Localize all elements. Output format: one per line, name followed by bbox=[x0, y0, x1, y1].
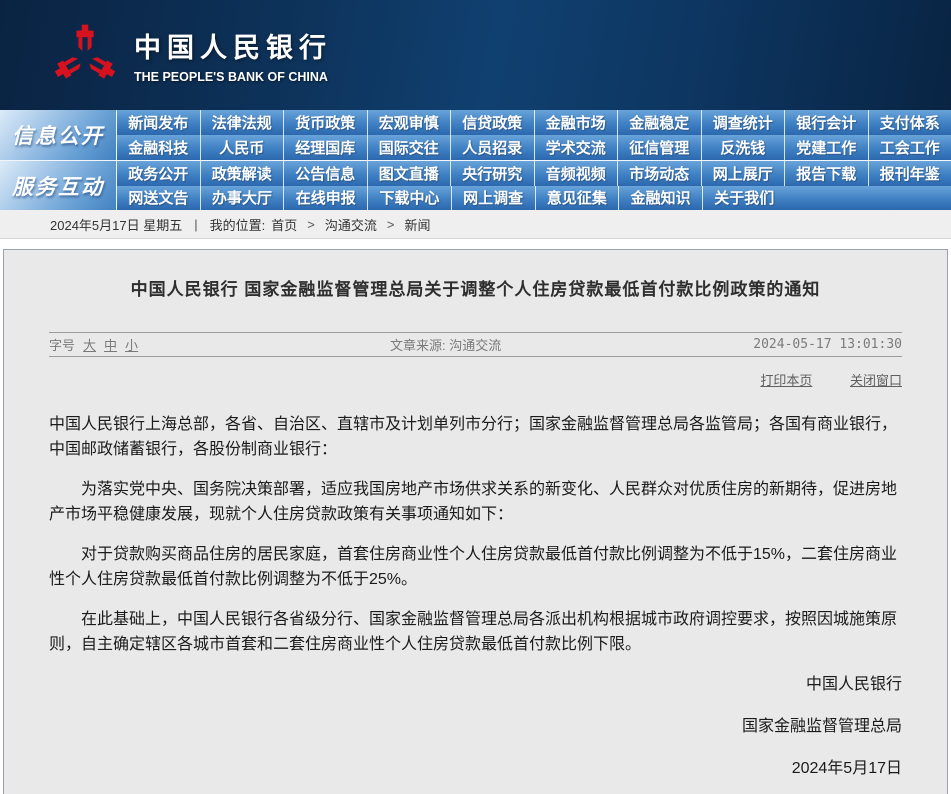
breadcrumb-divider: | bbox=[194, 217, 197, 232]
nav-item[interactable]: 金融稳定 bbox=[617, 110, 701, 135]
nav-cell-empty bbox=[868, 186, 951, 211]
nav-menu: 新闻发布 法律法规 货币政策 宏观审慎 信贷政策 金融市场 金融稳定 调查统计 … bbox=[117, 110, 951, 160]
pboc-logo[interactable]: 中国人民银行 THE PEOPLE'S BANK OF CHINA bbox=[52, 20, 332, 90]
nav-item[interactable]: 经理国库 bbox=[283, 135, 367, 160]
signature-line: 国家金融监督管理总局 bbox=[49, 714, 902, 739]
font-size-medium-button[interactable]: 中 bbox=[104, 335, 117, 354]
nav-item[interactable]: 市场动态 bbox=[617, 161, 701, 186]
nav-item[interactable]: 新闻发布 bbox=[117, 110, 200, 135]
source-label: 文章来源: bbox=[390, 338, 446, 353]
nav-row: 网送文告 办事大厅 在线申报 下载中心 网上调查 意见征集 金融知识 关于我们 bbox=[117, 186, 951, 211]
nav-row: 新闻发布 法律法规 货币政策 宏观审慎 信贷政策 金融市场 金融稳定 调查统计 … bbox=[117, 110, 951, 135]
nav-item[interactable]: 关于我们 bbox=[702, 186, 786, 211]
nav-item[interactable]: 网上展厅 bbox=[701, 161, 785, 186]
nav-item[interactable]: 公告信息 bbox=[283, 161, 367, 186]
nav-item[interactable]: 报告下载 bbox=[784, 161, 868, 186]
font-size-label: 字号 bbox=[49, 335, 75, 354]
article-meta-bar: 字号 大 中 小 文章来源: 沟通交流 2024-05-17 13:01:30 bbox=[49, 332, 902, 357]
signature-line: 2024年5月17日 bbox=[49, 756, 902, 781]
nav-section-service-interaction: 服务互动 政务公开 政策解读 公告信息 图文直播 央行研究 音频视频 市场动态 … bbox=[0, 160, 951, 210]
signature-line: 中国人民银行 bbox=[49, 672, 902, 697]
nav-item[interactable]: 征信管理 bbox=[617, 135, 701, 160]
nav-item[interactable]: 货币政策 bbox=[283, 110, 367, 135]
nav-item[interactable]: 人民币 bbox=[200, 135, 284, 160]
article-paragraph: 在此基础上，中国人民银行各省级分行、国家金融监督管理总局各派出机构根据城市政府调… bbox=[49, 607, 902, 657]
breadcrumb-item-news[interactable]: 新闻 bbox=[404, 215, 430, 234]
nav-menu: 政务公开 政策解读 公告信息 图文直播 央行研究 音频视频 市场动态 网上展厅 … bbox=[117, 161, 951, 210]
nav-item[interactable]: 下载中心 bbox=[367, 186, 451, 211]
site-header: 中国人民银行 THE PEOPLE'S BANK OF CHINA bbox=[0, 0, 951, 110]
nav-item[interactable]: 政策解读 bbox=[200, 161, 284, 186]
nav-item[interactable]: 信贷政策 bbox=[450, 110, 534, 135]
nav-item[interactable]: 在线申报 bbox=[283, 186, 367, 211]
nav-item[interactable]: 国际交往 bbox=[367, 135, 451, 160]
source-value: 沟通交流 bbox=[449, 338, 501, 353]
article-actions: 打印本页 关闭窗口 bbox=[49, 370, 902, 388]
nav-item[interactable]: 意见征集 bbox=[535, 186, 619, 211]
article-body: 中国人民银行上海总部，各省、自治区、直辖市及计划单列市分行；国家金融监督管理总局… bbox=[49, 412, 902, 657]
site-title: 中国人民银行 bbox=[134, 26, 332, 65]
font-size-controls: 字号 大 中 小 bbox=[49, 335, 138, 354]
nav-item[interactable]: 调查统计 bbox=[701, 110, 785, 135]
nav-item[interactable]: 音频视频 bbox=[534, 161, 618, 186]
nav-section-info-disclosure: 信息公开 新闻发布 法律法规 货币政策 宏观审慎 信贷政策 金融市场 金融稳定 … bbox=[0, 110, 951, 160]
article-paragraph: 为落实党中央、国务院决策部署，适应我国房地产市场供求关系的新变化、人民群众对优质… bbox=[49, 477, 902, 527]
nav-item[interactable]: 法律法规 bbox=[200, 110, 284, 135]
breadcrumb-item-home[interactable]: 首页 bbox=[271, 215, 297, 234]
print-page-button[interactable]: 打印本页 bbox=[760, 373, 812, 388]
nav-cell-empty bbox=[786, 186, 869, 211]
nav-row: 政务公开 政策解读 公告信息 图文直播 央行研究 音频视频 市场动态 网上展厅 … bbox=[117, 161, 951, 186]
breadcrumb-date: 2024年5月17日 星期五 bbox=[50, 215, 182, 234]
nav-item[interactable]: 网上调查 bbox=[451, 186, 535, 211]
nav-item[interactable]: 工会工作 bbox=[868, 135, 951, 160]
logo-text: 中国人民银行 THE PEOPLE'S BANK OF CHINA bbox=[134, 26, 332, 84]
page: 中国人民银行 THE PEOPLE'S BANK OF CHINA 信息公开 新… bbox=[0, 0, 951, 794]
breadcrumb: 2024年5月17日 星期五 | 我的位置: 首页 > 沟通交流 > 新闻 bbox=[0, 210, 951, 239]
article-source: 文章来源: 沟通交流 bbox=[138, 335, 753, 354]
nav-item[interactable]: 党建工作 bbox=[784, 135, 868, 160]
nav-item[interactable]: 支付体系 bbox=[868, 110, 951, 135]
breadcrumb-arrow: > bbox=[387, 217, 395, 232]
font-size-large-button[interactable]: 大 bbox=[83, 335, 96, 354]
article-paragraph: 中国人民银行上海总部，各省、自治区、直辖市及计划单列市分行；国家金融监督管理总局… bbox=[49, 412, 902, 462]
nav-item[interactable]: 银行会计 bbox=[784, 110, 868, 135]
breadcrumb-arrow: > bbox=[307, 217, 315, 232]
font-size-small-button[interactable]: 小 bbox=[125, 335, 138, 354]
nav-item[interactable]: 人员招录 bbox=[450, 135, 534, 160]
nav-label-info-disclosure[interactable]: 信息公开 bbox=[0, 110, 117, 160]
nav-item[interactable]: 宏观审慎 bbox=[367, 110, 451, 135]
article-box: 中国人民银行 国家金融监督管理总局关于调整个人住房贷款最低首付款比例政策的通知 … bbox=[3, 249, 948, 794]
article-signatures: 中国人民银行 国家金融监督管理总局 2024年5月17日 bbox=[49, 672, 902, 781]
nav-item[interactable]: 学术交流 bbox=[534, 135, 618, 160]
nav-item[interactable]: 金融市场 bbox=[534, 110, 618, 135]
breadcrumb-item-communication[interactable]: 沟通交流 bbox=[325, 215, 377, 234]
nav-item[interactable]: 金融科技 bbox=[117, 135, 200, 160]
nav-item[interactable]: 金融知识 bbox=[618, 186, 702, 211]
nav-label-service-interaction[interactable]: 服务互动 bbox=[0, 161, 117, 210]
nav-item[interactable]: 政务公开 bbox=[117, 161, 200, 186]
nav-item[interactable]: 反洗钱 bbox=[701, 135, 785, 160]
article-paragraph: 对于贷款购买商品住房的居民家庭，首套住房商业性个人住房贷款最低首付款比例调整为不… bbox=[49, 542, 902, 592]
close-window-button[interactable]: 关闭窗口 bbox=[850, 373, 902, 388]
nav-item[interactable]: 图文直播 bbox=[367, 161, 451, 186]
article-datetime: 2024-05-17 13:01:30 bbox=[753, 337, 902, 352]
nav-item[interactable]: 央行研究 bbox=[450, 161, 534, 186]
breadcrumb-location-prefix: 我的位置: bbox=[210, 215, 266, 234]
page-title: 中国人民银行 国家金融监督管理总局关于调整个人住房贷款最低首付款比例政策的通知 bbox=[49, 280, 902, 300]
nav-row: 金融科技 人民币 经理国库 国际交往 人员招录 学术交流 征信管理 反洗钱 党建… bbox=[117, 135, 951, 160]
site-subtitle: THE PEOPLE'S BANK OF CHINA bbox=[134, 70, 332, 84]
nav-item[interactable]: 办事大厅 bbox=[200, 186, 284, 211]
nav-item[interactable]: 报刊年鉴 bbox=[868, 161, 951, 186]
nav-item[interactable]: 网送文告 bbox=[117, 186, 200, 211]
pboc-emblem-icon bbox=[52, 20, 118, 90]
